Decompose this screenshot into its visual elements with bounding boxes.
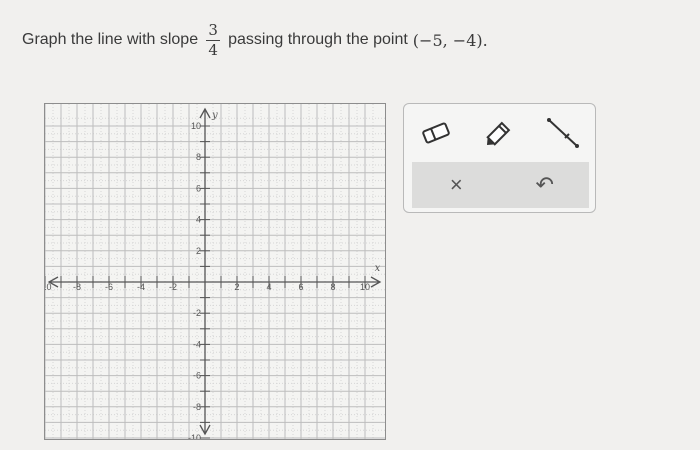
y-tick-label: 4 <box>196 215 201 225</box>
slope-numerator: 3 <box>208 20 218 39</box>
x-tick-label: -4 <box>137 282 145 292</box>
y-tick-label: -8 <box>193 402 201 412</box>
x-tick-label: 4 <box>266 282 271 292</box>
y-tick-label: -4 <box>193 339 201 349</box>
x-tick-label: 2 <box>234 282 239 292</box>
eraser-icon <box>422 122 450 144</box>
x-tick-label: 6 <box>298 282 303 292</box>
x-tick-label: -8 <box>73 282 81 292</box>
x-axis-label: x <box>375 263 381 274</box>
x-tick-label: -6 <box>105 282 113 292</box>
coordinate-graph[interactable]: -10 -8 -6 -4 -2 2 4 6 8 10 10 8 6 4 2 -2 -4 -6 -8 -10 x y <box>44 103 386 440</box>
x-tick-label: 10 <box>360 282 370 292</box>
y-tick-label: -6 <box>193 371 201 381</box>
prompt-text-before: Graph the line with slope <box>22 31 199 48</box>
given-point: (−5, −4). <box>412 30 488 50</box>
y-tick-label: 2 <box>196 246 201 256</box>
y-tick-label: 8 <box>196 152 201 162</box>
line-tool-button[interactable] <box>539 113 587 153</box>
drawing-tools <box>404 108 595 158</box>
y-tick-label: 10 <box>191 121 201 131</box>
y-tick-label: -2 <box>193 308 201 318</box>
x-tick-label: -10 <box>45 282 52 292</box>
graph-canvas[interactable]: -10 -8 -6 -4 -2 2 4 6 8 10 10 8 6 4 2 -2 -4 -6 -8 -10 x y <box>45 104 385 439</box>
undo-button[interactable]: ↶ <box>521 166 569 204</box>
undo-icon: ↶ <box>535 172 554 197</box>
question-prompt: Graph the line with slope 3 4 passing th… <box>22 18 488 62</box>
slope-fraction: 3 4 <box>206 20 221 60</box>
eraser-button[interactable] <box>412 113 460 153</box>
pencil-button[interactable] <box>475 113 523 153</box>
x-tick-label: 8 <box>330 282 335 292</box>
pencil-icon <box>486 121 511 146</box>
y-tick-label: 6 <box>196 183 201 193</box>
x-tick-label: -2 <box>169 282 177 292</box>
y-tick-label: -10 <box>188 433 201 439</box>
close-icon: × <box>449 172 463 197</box>
prompt-text-middle: passing through the point <box>228 31 408 48</box>
slope-denominator: 4 <box>208 40 218 59</box>
action-buttons: × ↶ <box>412 162 589 208</box>
line-segment-icon <box>547 118 580 148</box>
graph-toolbox: × ↶ <box>403 103 596 213</box>
clear-button[interactable]: × <box>432 166 480 204</box>
y-axis-label: y <box>211 110 218 121</box>
